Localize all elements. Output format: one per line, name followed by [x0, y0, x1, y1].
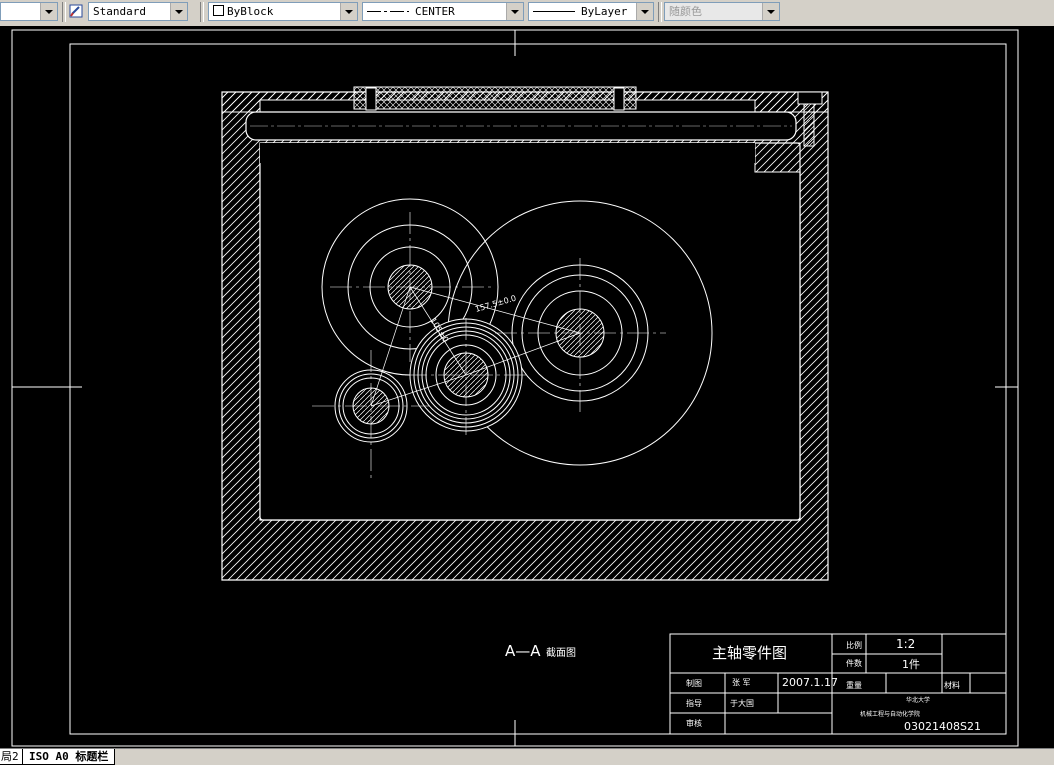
- plotstyle-value: 随颜色: [669, 5, 702, 18]
- school-name: 华北大学: [906, 696, 930, 704]
- cad-drawing[interactable]: 157.5±0.0 105±0 A—A 截面图 主轴零件图 比例 1:2 件数 …: [0, 26, 1054, 748]
- plotstyle-dropdown[interactable]: 随颜色: [664, 2, 780, 21]
- lineweight-dropdown[interactable]: ByLayer: [528, 2, 654, 21]
- chevron-down-icon[interactable]: [340, 3, 357, 20]
- linetype-dropdown[interactable]: CENTER: [362, 2, 524, 21]
- text-style-value: Standard: [93, 5, 146, 18]
- housing-section: [221, 86, 829, 581]
- section-label-main: A—A: [505, 642, 541, 660]
- lineweight-preview-icon: [533, 11, 575, 12]
- toolbar-separator: [658, 2, 662, 22]
- linetype-preview-icon: [367, 11, 409, 12]
- layer-dropdown[interactable]: [0, 2, 58, 21]
- advisor-name: 于大国: [730, 698, 754, 708]
- chevron-down-icon[interactable]: [506, 3, 523, 20]
- color-value: ByBlock: [227, 5, 274, 18]
- chevron-down-icon[interactable]: [636, 3, 653, 20]
- weight-label: 重量: [846, 680, 862, 690]
- advisor-label: 指导: [686, 698, 702, 708]
- quantity-label: 件数: [846, 658, 862, 668]
- drawing-number: 03021408S21: [904, 720, 981, 733]
- section-label-sub: 截面图: [546, 646, 576, 659]
- chevron-down-icon[interactable]: [170, 3, 187, 20]
- scale-value: 1:2: [896, 637, 915, 651]
- properties-toolbar: Standard ByBlock CENTER ByLayer 随颜色: [0, 0, 1054, 27]
- material-label: 材料: [944, 680, 960, 690]
- drawn-date: 2007.1.17: [782, 676, 838, 689]
- drawn-label: 制图: [686, 678, 702, 688]
- scale-label: 比例: [846, 640, 862, 650]
- linetype-value: CENTER: [415, 5, 455, 18]
- part-name: 主轴零件图: [712, 644, 787, 662]
- drawn-name: 张 军: [732, 678, 751, 687]
- lineweight-value: ByLayer: [581, 5, 628, 18]
- text-style-dropdown[interactable]: Standard: [88, 2, 188, 21]
- chevron-down-icon[interactable]: [40, 3, 57, 20]
- quantity-value: 1件: [902, 658, 920, 671]
- color-swatch-icon: [213, 5, 224, 16]
- drawing-canvas[interactable]: 157.5±0.0 105±0 A—A 截面图 主轴零件图 比例 1:2 件数 …: [0, 26, 1054, 748]
- review-label: 审核: [686, 718, 702, 728]
- color-dropdown[interactable]: ByBlock: [208, 2, 358, 21]
- toolbar-separator: [200, 2, 204, 22]
- department-name: 机械工程与自动化学院: [860, 710, 920, 718]
- text-style-icon[interactable]: [68, 2, 84, 22]
- toolbar-separator: [62, 2, 66, 22]
- layout-tab-bar: 局2 ISO A0 标题栏: [0, 748, 1054, 765]
- chevron-down-icon[interactable]: [762, 3, 779, 20]
- tab-current-layout[interactable]: ISO A0 标题栏: [22, 749, 116, 765]
